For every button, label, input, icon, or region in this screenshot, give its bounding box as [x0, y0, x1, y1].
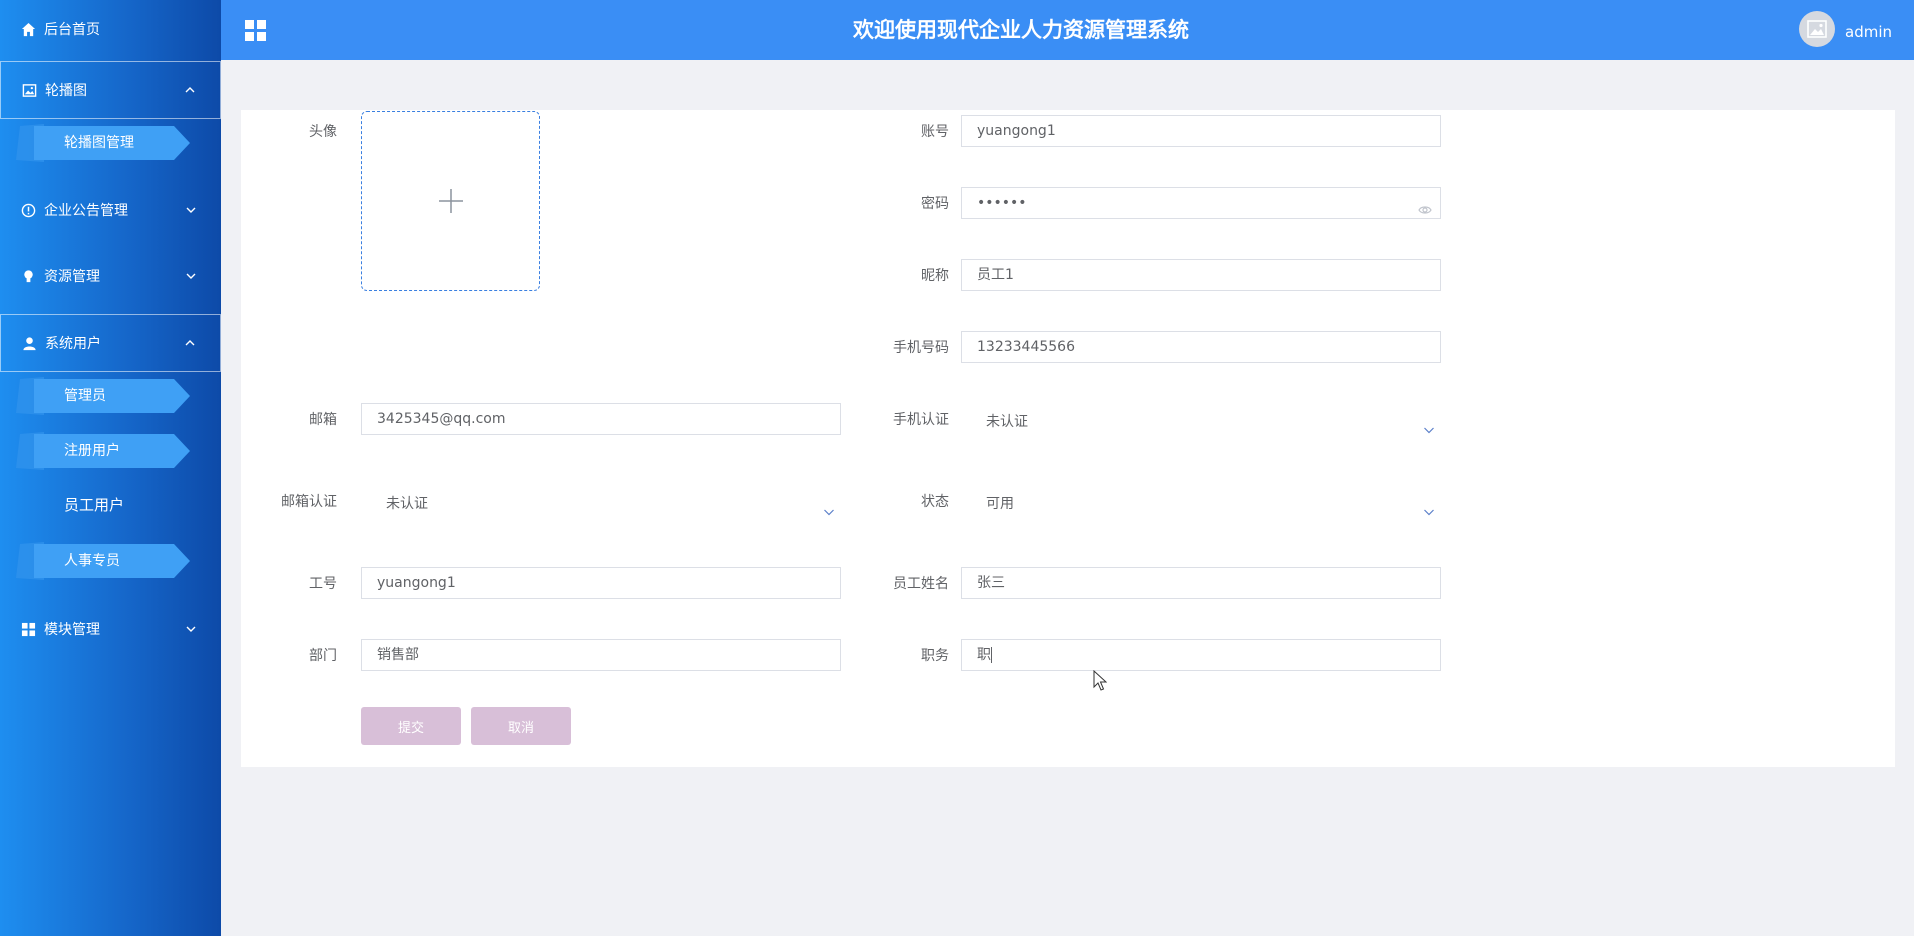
top-header: 欢迎使用现代企业人力资源管理系统 admin [221, 0, 1914, 60]
password-input[interactable]: •••••• [961, 187, 1441, 219]
sidebar-subitem-label: 轮播图管理 [64, 135, 134, 151]
sidebar-subitem-hr[interactable]: 人事专员 [14, 540, 192, 582]
email-label: 邮箱 [309, 412, 337, 428]
bulb-icon [20, 268, 36, 284]
sidebar-item-label: 资源管理 [44, 269, 100, 285]
mouse-cursor-icon [1093, 669, 1108, 692]
sidebar-subitem-carousel-manage[interactable]: 轮播图管理 [14, 122, 192, 164]
form-card: 头像 账号 yuangong1 密码 •••••• 昵称 员工1 手机号码 13… [241, 110, 1895, 767]
status-label: 状态 [921, 494, 949, 510]
chevron-down-icon [823, 498, 835, 516]
phone-label: 手机号码 [893, 340, 949, 356]
sidebar-item-label: 系统用户 [45, 336, 101, 352]
email-verify-select[interactable]: 未认证 [361, 488, 841, 520]
chevron-down-icon [185, 623, 197, 635]
user-icon [21, 335, 37, 351]
sidebar-subitem-label: 人事专员 [64, 553, 120, 569]
chevron-up-icon [184, 337, 196, 349]
avatar[interactable] [1799, 11, 1835, 47]
sidebar-subitem-label: 注册用户 [64, 443, 120, 459]
sidebar-item-label: 企业公告管理 [44, 203, 128, 219]
password-value: •••••• [977, 195, 1027, 211]
sidebar-subitem-employee[interactable]: 员工用户 [64, 484, 124, 526]
sidebar-item-home[interactable]: 后台首页 [0, 0, 221, 58]
empno-label: 工号 [309, 576, 337, 592]
email-input[interactable]: 3425345@qq.com [361, 403, 841, 435]
email-verify-label: 邮箱认证 [281, 494, 337, 510]
text-cursor [991, 647, 992, 663]
phone-input[interactable]: 13233445566 [961, 331, 1441, 363]
submit-button[interactable]: 提交 [361, 707, 461, 745]
cancel-button[interactable]: 取消 [471, 707, 571, 745]
sidebar-item-label: 轮播图 [45, 83, 87, 99]
chevron-down-icon [185, 204, 197, 216]
username[interactable]: admin [1845, 0, 1892, 64]
empname-input[interactable]: 张三 [961, 567, 1441, 599]
dept-input[interactable]: 销售部 [361, 639, 841, 671]
phone-verify-value: 未认证 [986, 414, 1028, 430]
email-verify-value: 未认证 [386, 496, 428, 512]
sidebar-item-notice[interactable]: 企业公告管理 [0, 181, 221, 239]
sidebar-subitem-label: 管理员 [64, 388, 106, 404]
avatar-upload[interactable] [361, 111, 540, 291]
chevron-down-icon [1423, 416, 1435, 434]
info-icon [20, 202, 36, 218]
page-title: 欢迎使用现代企业人力资源管理系统 [853, 18, 1189, 42]
sidebar: 后台首页 轮播图 轮播图管理 企业公告管理 资源管理 系统用户 管理员 注册用户… [0, 0, 221, 936]
password-label: 密码 [921, 196, 949, 212]
phone-verify-label: 手机认证 [893, 412, 949, 428]
phone-verify-select[interactable]: 未认证 [961, 406, 1441, 438]
account-input[interactable]: yuangong1 [961, 115, 1441, 147]
grid-icon [20, 621, 36, 637]
chevron-up-icon [184, 84, 196, 96]
chevron-down-icon [185, 270, 197, 282]
sidebar-item-users[interactable]: 系统用户 [0, 314, 221, 372]
plus-icon [438, 189, 463, 213]
home-icon [20, 21, 36, 37]
position-input[interactable]: 职 [961, 639, 1441, 671]
empno-input[interactable]: yuangong1 [361, 567, 841, 599]
account-label: 账号 [921, 124, 949, 140]
chevron-down-icon [1423, 498, 1435, 516]
status-select[interactable]: 可用 [961, 488, 1441, 520]
status-value: 可用 [986, 496, 1014, 512]
sidebar-item-label: 后台首页 [44, 22, 100, 38]
sidebar-item-resource[interactable]: 资源管理 [0, 247, 221, 305]
empname-label: 员工姓名 [893, 576, 949, 592]
position-value: 职 [977, 647, 991, 663]
sidebar-item-label: 模块管理 [44, 622, 100, 638]
nickname-label: 昵称 [921, 268, 949, 284]
avatar-label: 头像 [309, 124, 337, 140]
sidebar-item-carousel[interactable]: 轮播图 [0, 61, 221, 119]
nickname-input[interactable]: 员工1 [961, 259, 1441, 291]
sidebar-subitem-registered[interactable]: 注册用户 [14, 430, 192, 472]
sidebar-subitem-admin[interactable]: 管理员 [14, 375, 192, 417]
image-placeholder-icon [1807, 20, 1827, 38]
sidebar-item-module[interactable]: 模块管理 [0, 600, 221, 658]
dept-label: 部门 [309, 648, 337, 664]
image-icon [21, 82, 37, 98]
eye-icon[interactable] [1418, 197, 1432, 227]
position-label: 职务 [921, 648, 949, 664]
